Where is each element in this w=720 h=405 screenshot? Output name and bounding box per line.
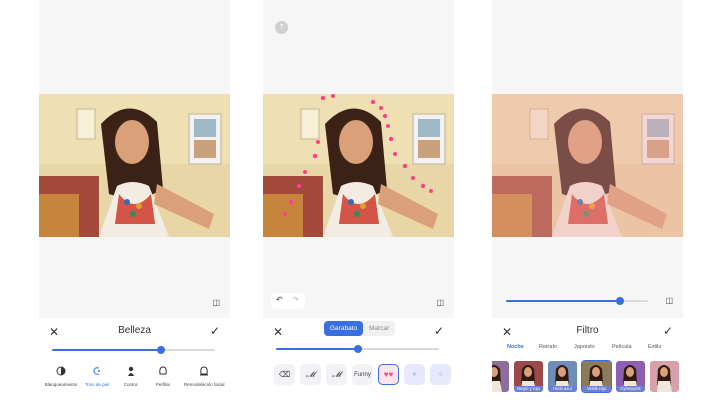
doodle-panel: ✕ Garabato Marcar ✓ ⌫ 𝓜 𝓜 Funny ♥♥ ✦ ✧	[263, 318, 454, 405]
compare-icon[interactable]: ◫	[665, 296, 673, 305]
filter-thumbnail-label: Verde rojo	[582, 386, 611, 392]
brush-m2-icon[interactable]: 𝓜	[326, 364, 347, 385]
tool-label: Remodelación facial	[184, 382, 225, 387]
filter-thumbnails: Negro y rojo Hielo azul Verde rojo Cyberpun…	[492, 360, 683, 394]
filter-thumbnail-label: Hielo azul	[548, 386, 577, 392]
panel-title: Belleza	[118, 325, 151, 336]
hearts-brush-icon[interactable]: ♥♥	[378, 364, 399, 385]
undo-icon[interactable]: ↶	[276, 295, 283, 304]
category-night[interactable]: Noche	[507, 344, 524, 350]
compare-icon[interactable]: ◫	[212, 298, 220, 307]
help-icon[interactable]: ?	[275, 21, 288, 34]
contour-icon	[128, 366, 134, 376]
filter-thumbnail[interactable]	[492, 361, 509, 392]
brush-m-icon[interactable]: 𝓜	[300, 364, 321, 385]
tool-label: Perfilar	[155, 382, 171, 387]
filter-thumbnail-label: Negro y rojo	[514, 386, 543, 392]
funny-label: Funny	[354, 371, 371, 378]
doodle-mode-tabs: Garabato Marcar	[324, 321, 396, 336]
tool-whitening[interactable]: Blanqueamiento	[41, 366, 81, 387]
brush-size-slider[interactable]	[276, 345, 439, 353]
funny-brush-icon[interactable]: Funny	[352, 364, 373, 385]
filter-categories: Noche Retrato Japonés Película Estilo	[492, 344, 683, 356]
confirm-icon[interactable]: ✓	[663, 324, 673, 338]
filter-strength-slider[interactable]	[506, 297, 648, 305]
category-film[interactable]: Película	[612, 344, 632, 350]
slider-knob[interactable]	[353, 345, 362, 353]
category-style[interactable]: Estilo	[648, 344, 661, 350]
face-reshape-icon	[200, 366, 208, 376]
intensity-slider[interactable]	[52, 346, 215, 354]
slider-fill	[52, 349, 162, 351]
close-icon[interactable]: ✕	[273, 325, 283, 339]
filter-screen: ◫ ✕ Filtro ✓ Noche Retrato Japonés Pelíc…	[492, 0, 683, 405]
slider-fill	[506, 300, 620, 302]
category-portrait[interactable]: Retrato	[539, 344, 557, 350]
skin-tone-icon	[93, 367, 100, 375]
eraser-icon[interactable]: ⌫	[274, 364, 295, 385]
sparkle2-brush-icon[interactable]: ✧	[430, 364, 451, 385]
sparkle-brush-icon[interactable]: ✦	[404, 364, 425, 385]
tab-doodle[interactable]: Garabato	[324, 321, 364, 336]
slider-knob[interactable]	[615, 297, 624, 305]
photo-preview	[492, 94, 683, 237]
filter-thumbnail[interactable]: Cyberpunk	[616, 361, 645, 392]
photo-preview	[263, 94, 454, 237]
filter-thumbnail[interactable]: Verde rojo	[581, 360, 612, 393]
filter-panel: ✕ Filtro ✓ Noche Retrato Japonés Películ…	[492, 318, 683, 405]
undo-redo-group: ↶ ↷	[271, 293, 305, 309]
tool-label: Blanqueamiento	[44, 382, 78, 387]
doodle-screen: ? ↶ ↷ ◫ ✕ Garabato Marcar ✓ ⌫ 𝓜 𝓜 Funny …	[263, 0, 454, 405]
beauty-screen: ◫ ✕ Belleza ✓ Blanqueamiento Tono de pie…	[39, 0, 230, 405]
compare-icon[interactable]: ◫	[436, 298, 444, 307]
profile-icon	[159, 366, 167, 375]
slider-knob[interactable]	[157, 346, 166, 354]
confirm-icon[interactable]: ✓	[434, 324, 444, 338]
whitening-icon	[56, 366, 66, 376]
tool-face-reshape[interactable]: Remodelación facial	[184, 366, 225, 387]
category-japanese[interactable]: Japonés	[574, 344, 595, 350]
panel-title: Filtro	[576, 325, 599, 336]
tab-mark[interactable]: Marcar	[363, 321, 395, 336]
filter-thumbnail-label: Cyberpunk	[616, 386, 645, 392]
filter-thumbnail[interactable]	[650, 361, 679, 392]
filter-thumbnail[interactable]: Negro y rojo	[514, 361, 543, 392]
confirm-icon[interactable]: ✓	[210, 324, 220, 338]
filter-tint-overlay	[492, 94, 683, 237]
filter-thumbnail[interactable]: Hielo azul	[548, 361, 577, 392]
slider-fill	[276, 348, 358, 350]
beauty-panel: ✕ Belleza ✓ Blanqueamiento Tono de piel …	[39, 318, 230, 405]
photo-preview	[39, 94, 230, 237]
tool-profile[interactable]: Perfilar	[143, 366, 183, 387]
redo-icon[interactable]: ↷	[292, 295, 299, 304]
beauty-tools: Blanqueamiento Tono de piel Contor. Perf…	[39, 366, 230, 398]
